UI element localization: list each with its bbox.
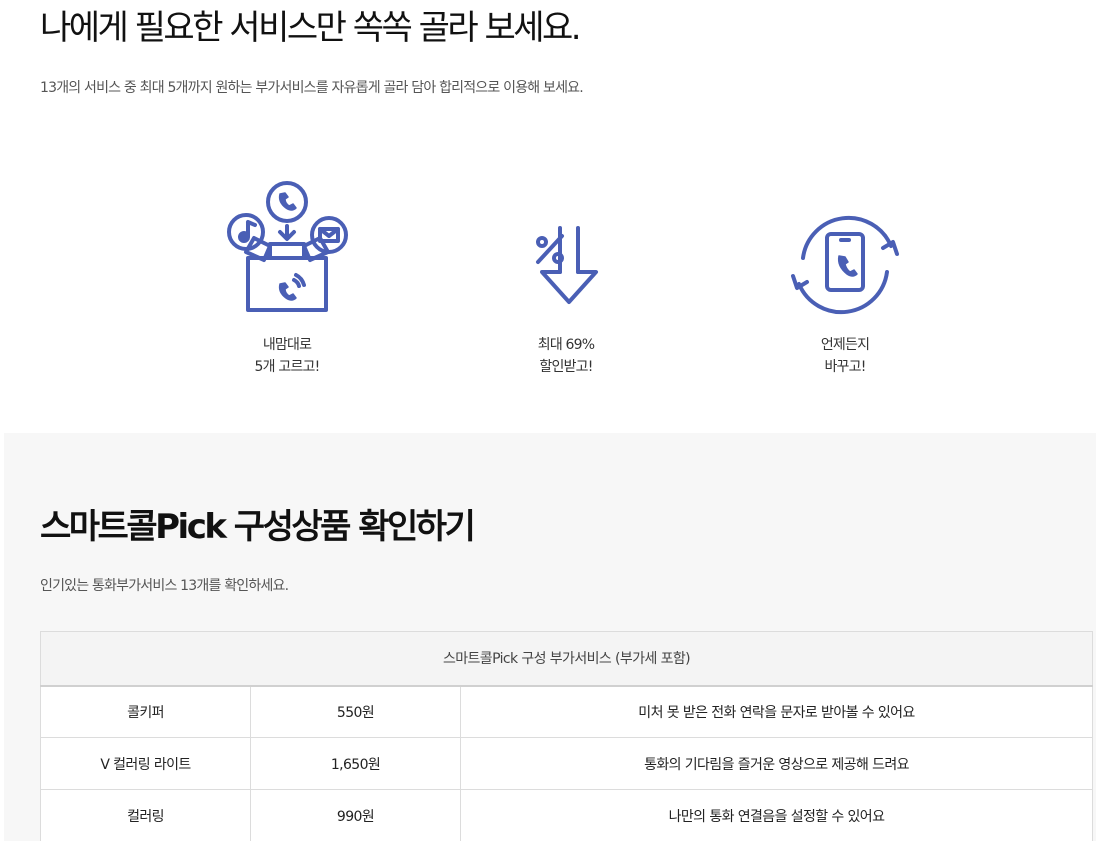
discount-arrow-icon: [536, 226, 598, 304]
service-price: 550원: [250, 685, 461, 738]
gift-box-icon: [227, 181, 348, 312]
table-header: 스마트콜Pick 구성 부가서비스 (부가세 포함): [40, 631, 1093, 687]
feature-caption-line1: 내맘대로: [262, 337, 312, 353]
feature-pick-five: 내맘대로 5개 고르고!: [187, 160, 387, 378]
table-row: V 컬러링 라이트 1,650원 통화의 기다림을 즐거운 영상으로 제공해 드…: [40, 737, 1093, 790]
hero-subtitle: 13개의 서비스 중 최대 5개까지 원하는 부가서비스를 자유롭게 골라 담아…: [40, 80, 584, 96]
section-title: 스마트콜Pick 구성상품 확인하기: [40, 507, 476, 547]
feature-change-anytime: 언제든지 바꾸고!: [745, 160, 945, 378]
service-table: 스마트콜Pick 구성 부가서비스 (부가세 포함) 콜키퍼 550원 미처 못…: [40, 631, 1093, 841]
service-description: 미처 못 받은 전화 연락을 문자로 받아볼 수 있어요: [460, 685, 1093, 738]
feature-caption-line1: 최대 69%: [537, 337, 595, 353]
table-row: 콜키퍼 550원 미처 못 받은 전화 연락을 문자로 받아볼 수 있어요: [40, 685, 1093, 738]
service-name: 컬러링: [40, 789, 251, 841]
feature-caption-line2: 할인받고!: [539, 359, 593, 375]
table-row: 컬러링 990원 나만의 통화 연결음을 설정할 수 있어요: [40, 789, 1093, 841]
feature-discount: 최대 69% 할인받고!: [466, 160, 666, 378]
feature-caption-line2: 5개 고르고!: [254, 359, 321, 375]
service-name: 콜키퍼: [40, 685, 251, 738]
feature-caption-line1: 언제든지: [820, 337, 870, 353]
phone-refresh-icon: [791, 215, 899, 315]
section-subtitle: 인기있는 통화부가서비스 13개를 확인하세요.: [40, 578, 289, 594]
service-description: 통화의 기다림을 즐거운 영상으로 제공해 드려요: [460, 737, 1093, 790]
feature-caption-line2: 바꾸고!: [824, 359, 866, 375]
service-price: 1,650원: [250, 737, 461, 790]
service-description: 나만의 통화 연결음을 설정할 수 있어요: [460, 789, 1093, 841]
hero-title: 나에게 필요한 서비스만 쏙쏙 골라 보세요.: [40, 8, 582, 48]
service-name: V 컬러링 라이트: [40, 737, 251, 790]
service-price: 990원: [250, 789, 461, 841]
